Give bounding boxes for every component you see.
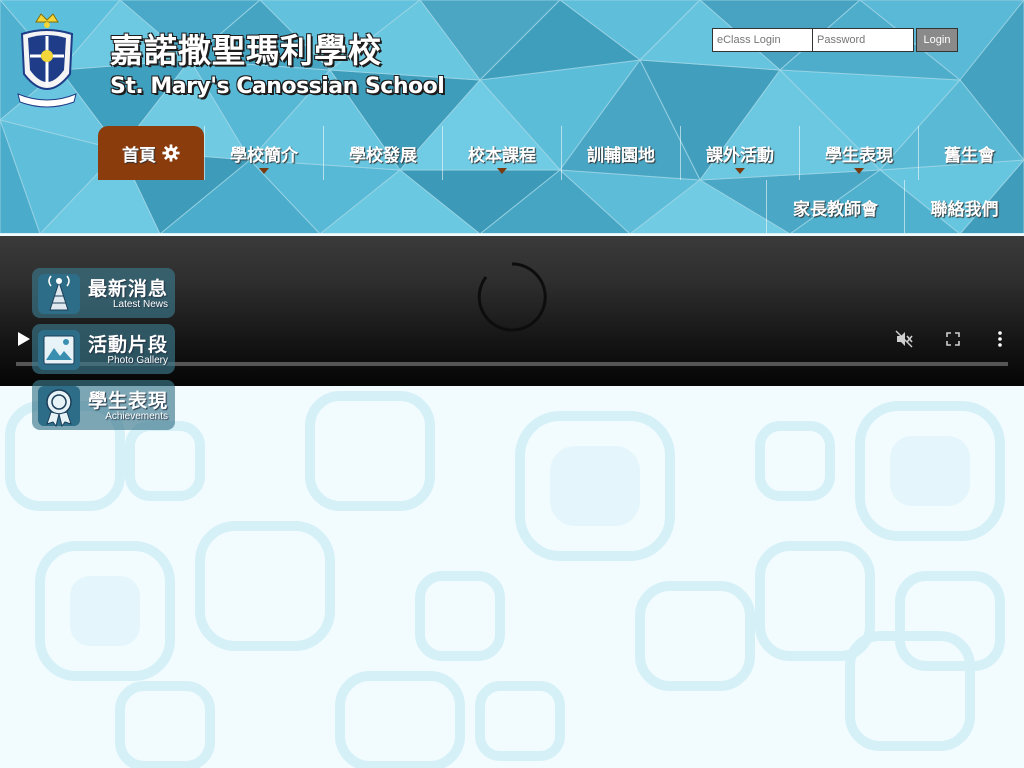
caret-down-icon: [854, 168, 864, 174]
eclass-password-input[interactable]: [813, 28, 914, 52]
quick-link-photo-gallery[interactable]: 活動片段 Photo Gallery: [32, 324, 175, 374]
eclass-login-form: Login: [712, 28, 958, 52]
photo-gallery-icon: [38, 330, 80, 370]
caret-down-icon: [497, 168, 507, 174]
quick-link-title: 學生表現: [87, 390, 168, 412]
nav-item-label: 課外活動: [706, 145, 774, 166]
caret-down-icon: [259, 168, 269, 174]
header-divider: [0, 233, 1024, 234]
nav-item-label: 學生表現: [825, 145, 893, 166]
eclass-username-input[interactable]: [712, 28, 813, 52]
quick-link-subtitle: Photo Gallery: [107, 355, 168, 366]
nav-item-school-curriculum[interactable]: 校本課程: [442, 126, 561, 180]
nav-item-label: 校本課程: [468, 145, 536, 166]
quick-link-achievements[interactable]: 學生表現 Achievements: [32, 380, 175, 430]
nav-item-school-development[interactable]: 學校發展: [323, 126, 442, 180]
nav-item-label: 學校簡介: [230, 145, 298, 166]
broadcast-tower-icon: [38, 274, 80, 314]
play-icon[interactable]: [18, 332, 30, 346]
gear-icon: [162, 144, 180, 162]
caret-down-icon: [735, 168, 745, 174]
nav-item-alumni[interactable]: 舊生會: [918, 126, 1020, 180]
quick-link-subtitle: Latest News: [112, 299, 168, 310]
school-crest-logo[interactable]: [14, 12, 80, 110]
more-options-icon[interactable]: [991, 330, 1009, 348]
quick-link-title: 活動片段: [87, 334, 168, 356]
nav-item-student-performance[interactable]: 學生表現: [799, 126, 918, 180]
nav-item-ECA[interactable]: 課外活動: [680, 126, 799, 180]
background-pattern: [5, 391, 1005, 768]
nav-item-school-intro[interactable]: 學校簡介: [204, 126, 323, 180]
nav-item-label: 學校發展: [349, 145, 417, 166]
site-header: 嘉諾撒聖瑪利學校 St. Mary's Canossian School Log…: [0, 0, 1024, 234]
nav-item-pta[interactable]: 家長教師會: [766, 180, 904, 234]
quick-link-latest-news[interactable]: 最新消息 Latest News: [32, 268, 175, 318]
nav-item-contact-us[interactable]: 聯絡我們: [904, 180, 1024, 234]
nav-item-label: 訓輔園地: [587, 145, 655, 166]
nav-item-label: 舊生會: [944, 145, 995, 166]
mute-icon[interactable]: [895, 330, 913, 348]
school-name-english: St. Mary's Canossian School: [110, 74, 445, 99]
nav-item-label: 聯絡我們: [930, 199, 999, 220]
nav-item-label: 首頁: [122, 145, 156, 166]
award-ribbon-icon: [38, 386, 80, 428]
main-nav-row-2: 家長教師會 聯絡我們: [766, 180, 1024, 234]
school-name-chinese: 嘉諾撒聖瑪利學校: [110, 31, 382, 70]
fullscreen-icon[interactable]: [944, 330, 962, 348]
main-nav-row-1: 首頁 學校簡介 學校發展 校本課程 訓輔園地 課外活動 學生表現 舊生會: [98, 126, 1020, 180]
login-button[interactable]: Login: [916, 28, 958, 52]
quick-link-title: 最新消息: [87, 278, 168, 300]
loading-spinner-icon: [477, 262, 547, 332]
nav-item-label: 家長教師會: [793, 199, 878, 220]
quick-link-subtitle: Achievements: [105, 411, 168, 422]
nav-item-home[interactable]: 首頁: [98, 126, 204, 180]
nav-item-guidance[interactable]: 訓輔園地: [561, 126, 680, 180]
